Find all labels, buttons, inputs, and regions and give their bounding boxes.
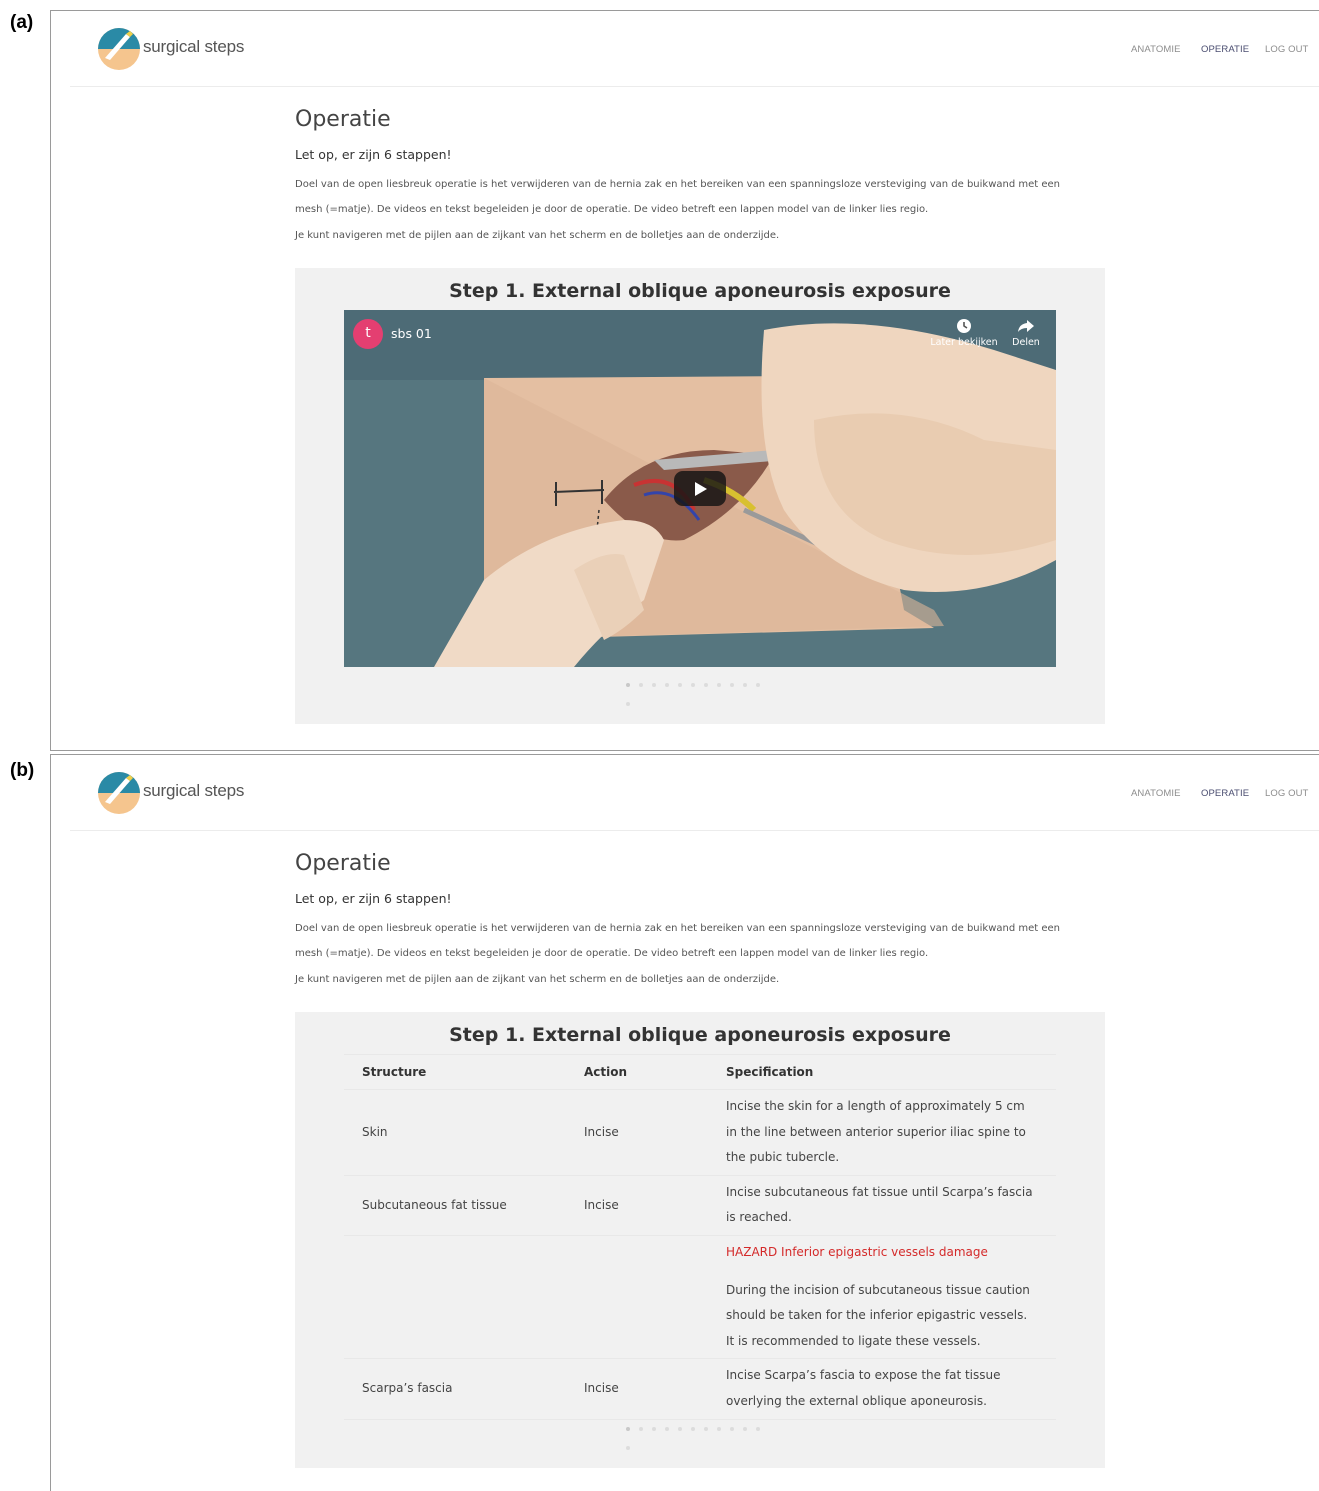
- carousel-dot-11[interactable]: [756, 683, 760, 687]
- intro-line-3: Je kunt navigeren met de pijlen aan de z…: [295, 974, 780, 985]
- carousel-dot-8[interactable]: [717, 683, 721, 687]
- page-title: Operatie: [295, 107, 391, 132]
- carousel-dot-5[interactable]: [678, 1427, 682, 1431]
- carousel-dot-2[interactable]: [639, 683, 643, 687]
- column-header-specification: Specification: [708, 1054, 1056, 1090]
- carousel-dot-3[interactable]: [652, 683, 656, 687]
- play-icon[interactable]: [674, 471, 726, 506]
- nav-logout[interactable]: LOG OUT: [1265, 44, 1308, 55]
- step-carousel: Step 1. External oblique aponeurosis exp…: [295, 1012, 1105, 1468]
- step-table: Structure Action Specification Skin Inci…: [344, 1054, 1056, 1420]
- table-header-row: Structure Action Specification: [344, 1054, 1056, 1090]
- carousel-dot-1[interactable]: [626, 1427, 630, 1431]
- action-cell: Incise: [566, 1175, 708, 1236]
- carousel-dot-2[interactable]: [639, 1427, 643, 1431]
- carousel-dot-4[interactable]: [665, 1427, 669, 1431]
- carousel-dot-6[interactable]: [691, 683, 695, 687]
- nav-anatomie[interactable]: ANATOMIE: [1131, 788, 1181, 799]
- carousel-dot-9[interactable]: [730, 1427, 734, 1431]
- carousel-dot-9[interactable]: [730, 683, 734, 687]
- logo-text[interactable]: surgical steps: [143, 37, 244, 57]
- scalpel-logo-icon[interactable]: [97, 771, 141, 815]
- action-cell: Incise: [566, 1089, 708, 1176]
- step-title: Step 1. External oblique aponeurosis exp…: [449, 1024, 951, 1046]
- step-table-wrapper: Structure Action Specification Skin Inci…: [344, 1054, 1056, 1420]
- video-title[interactable]: sbs 01: [391, 326, 432, 341]
- logo-text[interactable]: surgical steps: [143, 781, 244, 801]
- carousel-dot-5[interactable]: [678, 683, 682, 687]
- intro-line-1: Doel van de open liesbreuk operatie is h…: [295, 923, 1061, 934]
- page-title: Operatie: [295, 851, 391, 876]
- carousel-dot-6[interactable]: [691, 1427, 695, 1431]
- nav-anatomie[interactable]: ANATOMIE: [1131, 44, 1181, 55]
- action-cell: [566, 1235, 708, 1360]
- scalpel-logo-icon[interactable]: [97, 27, 141, 71]
- specification-cell: Incise Scarpa’s fascia to expose the fat…: [708, 1358, 1056, 1420]
- carousel-dot-8[interactable]: [717, 1427, 721, 1431]
- steps-warning: Let op, er zijn 6 stappen!: [295, 147, 452, 162]
- video-player[interactable]: t sbs 01 Later bekijken Delen: [344, 310, 1056, 667]
- carousel-dot-11[interactable]: [756, 1427, 760, 1431]
- step-title: Step 1. External oblique aponeurosis exp…: [449, 280, 951, 302]
- site-header: surgical steps ANATOMIE OPERATIE LOG OUT: [70, 755, 1319, 831]
- carousel-dots: [626, 1427, 776, 1450]
- intro-line-2: mesh (=matje). De videos en tekst begele…: [295, 948, 929, 959]
- column-header-action: Action: [566, 1054, 708, 1090]
- carousel-dots: [626, 683, 776, 706]
- hazard-warning: HAZARD Inferior epigastric vessels damag…: [726, 1244, 988, 1259]
- channel-avatar[interactable]: t: [353, 319, 383, 349]
- carousel-dot-12[interactable]: [626, 702, 630, 706]
- intro-line-3: Je kunt navigeren met de pijlen aan de z…: [295, 230, 780, 241]
- steps-warning: Let op, er zijn 6 stappen!: [295, 891, 452, 906]
- screenshot-panel-b: surgical steps ANATOMIE OPERATIE LOG OUT…: [50, 754, 1319, 1491]
- structure-cell: Subcutaneous fat tissue: [344, 1175, 566, 1236]
- carousel-dot-4[interactable]: [665, 683, 669, 687]
- structure-cell: Scarpa’s fascia: [344, 1358, 566, 1420]
- carousel-dot-7[interactable]: [704, 1427, 708, 1431]
- step-carousel: Step 1. External oblique aponeurosis exp…: [295, 268, 1105, 724]
- intro-line-2: mesh (=matje). De videos en tekst begele…: [295, 204, 929, 215]
- site-header: surgical steps ANATOMIE OPERATIE LOG OUT: [70, 11, 1319, 87]
- screenshot-panel-a: surgical steps ANATOMIE OPERATIE LOG OUT…: [50, 10, 1319, 751]
- column-header-structure: Structure: [344, 1054, 566, 1090]
- panel-label-b: (b): [10, 760, 35, 781]
- carousel-dot-10[interactable]: [743, 683, 747, 687]
- clock-icon: [957, 319, 971, 333]
- specification-cell: Incise subcutaneous fat tissue until Sca…: [708, 1175, 1056, 1236]
- specification-cell: Incise the skin for a length of approxim…: [708, 1089, 1056, 1176]
- nav-operatie[interactable]: OPERATIE: [1201, 788, 1249, 799]
- structure-cell: Skin: [344, 1089, 566, 1176]
- carousel-dot-1[interactable]: [626, 683, 630, 687]
- nav-operatie[interactable]: OPERATIE: [1201, 44, 1249, 55]
- share-button[interactable]: Delen: [988, 318, 1056, 348]
- carousel-dot-12[interactable]: [626, 1446, 630, 1450]
- table-row: Skin Incise Incise the skin for a length…: [344, 1089, 1056, 1176]
- intro-line-1: Doel van de open liesbreuk operatie is h…: [295, 179, 1061, 190]
- table-row: Subcutaneous fat tissue Incise Incise su…: [344, 1175, 1056, 1236]
- nav-logout[interactable]: LOG OUT: [1265, 788, 1308, 799]
- table-row: Scarpa’s fascia Incise Incise Scarpa’s f…: [344, 1358, 1056, 1420]
- carousel-dot-3[interactable]: [652, 1427, 656, 1431]
- table-row: HAZARD Inferior epigastric vessels damag…: [344, 1235, 1056, 1360]
- carousel-dot-7[interactable]: [704, 683, 708, 687]
- structure-cell: [344, 1235, 566, 1360]
- share-label: Delen: [1012, 337, 1040, 348]
- carousel-dot-10[interactable]: [743, 1427, 747, 1431]
- action-cell: Incise: [566, 1358, 708, 1420]
- panel-label-a: (a): [10, 12, 34, 33]
- specification-cell: HAZARD Inferior epigastric vessels damag…: [708, 1235, 1056, 1360]
- hazard-description: During the incision of subcutaneous tiss…: [726, 1282, 1030, 1348]
- share-arrow-icon: [1018, 320, 1034, 332]
